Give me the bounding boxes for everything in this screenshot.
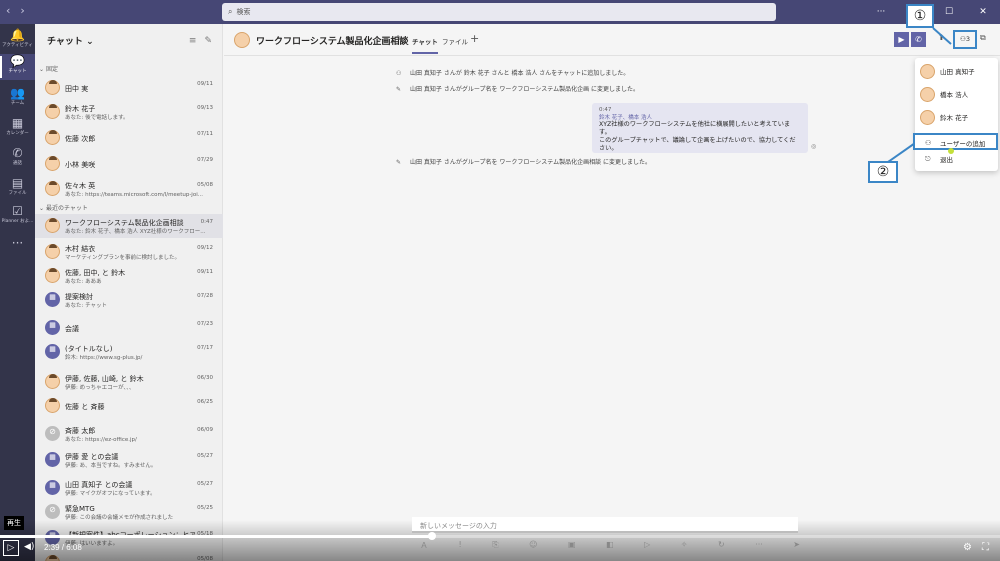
pencil-icon: ✎: [396, 86, 402, 93]
volume-icon[interactable]: ◀): [24, 542, 34, 552]
add-user-highlight: [913, 133, 998, 150]
read-receipt-icon: ◎: [811, 143, 817, 150]
meet-icon[interactable]: ▷: [644, 540, 650, 551]
participants-menu: 山田 真知子 橋本 浩人 鈴木 花子 ⚇ ユーザーの追加 ⎋ 退出: [915, 58, 998, 171]
leave-icon: ⎋: [925, 154, 931, 163]
message-bubble[interactable]: 0:47 鈴木 花子、橋本 浩人 XYZ社様のワークフローシステムを他社に横展開…: [592, 103, 808, 153]
video-progress-bar[interactable]: [0, 532, 1000, 540]
system-message-text: 山田 真知子 さんがグループ名を ワークフローシステム製品化企画 に変更しました…: [410, 86, 639, 93]
loop-icon[interactable]: ↻: [718, 540, 725, 551]
video-time: 2:39 / 6:08: [44, 543, 82, 552]
send-icon[interactable]: ➤: [793, 540, 800, 551]
fullscreen-icon[interactable]: ⛶: [982, 542, 989, 553]
callout-two: ②: [868, 161, 898, 183]
play-button[interactable]: ▷: [3, 540, 19, 556]
replay-badge: 再生: [4, 516, 24, 530]
leave-button[interactable]: ⎋ 退出: [925, 154, 953, 165]
attach-icon[interactable]: ⎘: [492, 540, 498, 551]
callout-one-line: [932, 27, 952, 45]
compose-placeholder: 新しいメッセージの入力: [420, 522, 497, 530]
priority-icon[interactable]: !: [459, 540, 462, 551]
avatar: [920, 63, 935, 79]
participant-name: 鈴木 花子: [940, 114, 969, 122]
video-progress-fill: [0, 535, 432, 538]
gear-icon[interactable]: ⚙: [963, 542, 972, 553]
gif-icon[interactable]: ▣: [568, 540, 576, 551]
leave-label: 退出: [940, 156, 953, 164]
avatar: [920, 109, 935, 125]
system-message: ✎ 山田 真知子 さんがグループ名を ワークフローシステム製品化企画相談 に変更し…: [396, 157, 651, 166]
system-message: ⚇ 山田 真知子 さんが 鈴木 花子 さんと 橋本 浩人 さんをチャットに追加しま…: [396, 68, 629, 77]
emoji-icon[interactable]: ☺: [529, 540, 537, 551]
system-message: ✎ 山田 真知子 さんがグループ名を ワークフローシステム製品化企画 に変更しまし…: [396, 84, 639, 93]
system-message-text: 山田 真知子 さんがグループ名を ワークフローシステム製品化企画相談 に変更しま…: [410, 159, 651, 166]
compose-toolbar: Ａ ! ⎘ ☺ ▣ ◧ ▷ ✧ ↻ ··· ➤: [420, 540, 800, 551]
message-mention[interactable]: 鈴木 花子、橋本 浩人: [599, 113, 801, 121]
pencil-icon: ✎: [396, 159, 402, 166]
message-line: このグループチャットで、議論して企画を上げたいので、協力してください。: [599, 137, 796, 152]
mouse-cursor: [948, 148, 954, 154]
participant-item[interactable]: 鈴木 花子: [920, 108, 996, 126]
format-icon[interactable]: Ａ: [420, 540, 428, 551]
participant-name: 橋本 浩人: [940, 91, 969, 99]
add-person-icon: ⚇: [396, 70, 402, 77]
participant-item[interactable]: 山田 真知子: [920, 62, 996, 80]
sticker-icon[interactable]: ◧: [606, 540, 614, 551]
message-line: XYZ社様のワークフローシステムを他社に横展開したいと考えています。: [599, 121, 791, 136]
compose-box[interactable]: 新しいメッセージの入力: [412, 517, 798, 533]
more-icon[interactable]: ···: [755, 540, 763, 551]
avatar: [920, 86, 935, 102]
video-progress-handle[interactable]: [428, 532, 436, 540]
praise-icon[interactable]: ✧: [681, 540, 688, 551]
participant-name: 山田 真知子: [940, 68, 975, 76]
participant-item[interactable]: 橋本 浩人: [920, 85, 996, 103]
system-message-text: 山田 真知子 さんが 鈴木 花子 さんと 橋本 浩人 さんをチャットに追加しまし…: [410, 70, 630, 77]
